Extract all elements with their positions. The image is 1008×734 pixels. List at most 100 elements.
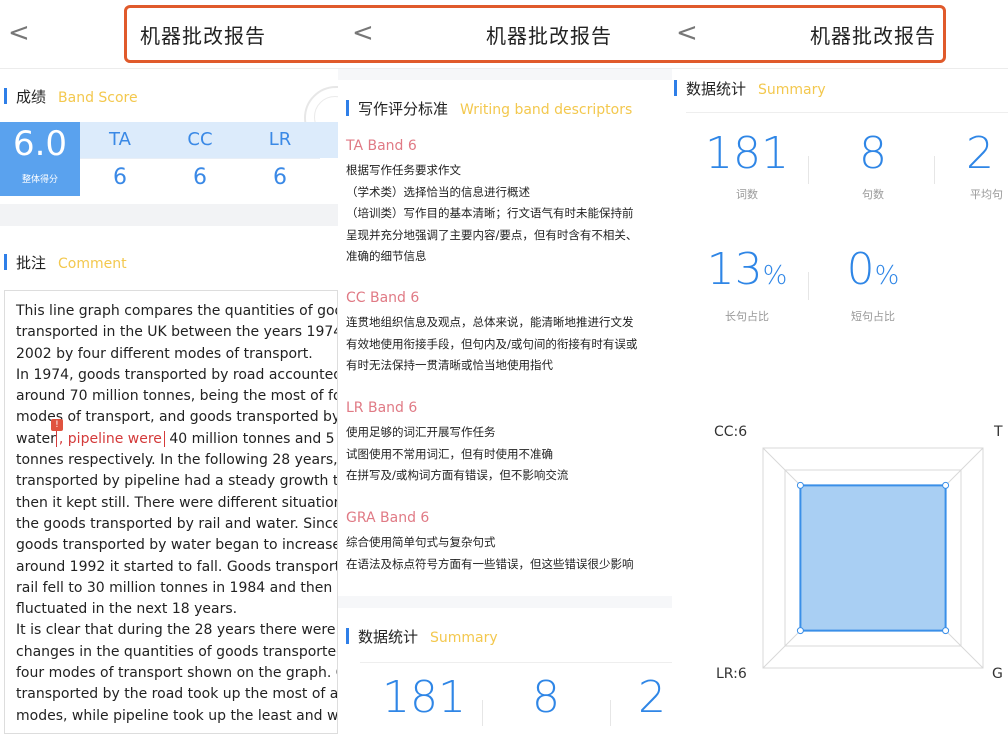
criterion-cc-score: 6 — [160, 158, 240, 197]
criterion-lr-score: 6 — [240, 158, 320, 197]
section-title: 成绩 — [16, 88, 47, 106]
band-title: GRA Band 6 — [346, 510, 430, 526]
long-sentence-ratio-label: 长句占比 — [725, 310, 769, 323]
essay-line: water!, pipeline were 40 million tonnes … — [16, 418, 338, 450]
section-subtitle: Band Score — [58, 90, 138, 106]
criterion-ta-header: TA — [80, 122, 160, 158]
sentence-count-value: 8 — [859, 128, 887, 179]
essay-line: around 1992 it started to fall. Goods tr… — [16, 558, 338, 575]
word-count-value: 181 — [705, 128, 789, 179]
essay-line: 2002 by four different modes of transpor… — [16, 345, 313, 362]
essay-comment-box[interactable]: This line graph compares the quantities … — [4, 290, 338, 734]
section-title: 写作评分标准 — [358, 100, 449, 118]
essay-line: rail fell to 30 million tonnes in 1984 a… — [16, 579, 338, 596]
band-line: 有效地使用衔接手段，但句内及/或句间的衔接有时有误或 — [346, 336, 638, 351]
section-accent-bar — [346, 100, 349, 116]
essay-line: modes, while pipeline took up the least … — [16, 707, 338, 724]
band-line: 综合使用简单句式与复杂句式 — [346, 535, 496, 549]
section-title: 数据统计 — [358, 628, 419, 646]
criterion-cc-header: CC — [160, 122, 240, 158]
section-subtitle: Summary — [430, 630, 498, 646]
band-line: 在语法及标点符号方面有一些错误，但这些错误很少影响 — [346, 556, 634, 571]
descriptors-header: 写作评分标准 Writing band descriptors — [346, 98, 632, 119]
error-highlight[interactable]: !, pipeline were — [50, 418, 165, 447]
radar-score-area — [799, 484, 947, 632]
radar-label-ta: T — [994, 424, 1003, 440]
radar-point — [942, 627, 950, 635]
essay-line: This line graph compares the quantities … — [16, 303, 338, 319]
band-radar-chart — [762, 447, 984, 669]
section-subtitle: Summary — [758, 82, 826, 98]
avg-sentence-label: 平均句 — [970, 188, 1003, 201]
title-highlight-frame — [124, 5, 946, 63]
essay-line: goods transported by water began to incr… — [16, 537, 338, 554]
summary-header: 数据统计 Summary — [346, 626, 498, 647]
avg-sentence-value: 2 — [966, 128, 994, 179]
divider — [360, 662, 672, 663]
essay-line: changes in the quantities of goods trans… — [16, 643, 338, 660]
band-descriptor-ta: TA Band 6 根据写作任务要求作文 （学术类）选择恰当的信息进行概述 （培… — [346, 136, 672, 268]
essay-text: 40 million tonnes and 5 m — [164, 430, 338, 447]
section-title: 数据统计 — [686, 80, 747, 98]
avg-sentence-value: 2 — [638, 672, 666, 723]
divider — [934, 156, 935, 184]
section-divider — [0, 204, 338, 226]
radar-label-gra: G — [992, 666, 1003, 682]
band-line: 准确的细节信息 — [346, 249, 427, 263]
overall-score-value: 6.0 — [12, 124, 68, 164]
essay-line: then it kept still. There were different… — [16, 494, 338, 511]
essay-line: the goods transported by rail and water.… — [16, 515, 338, 532]
comment-header: 批注 Comment — [4, 252, 127, 273]
band-line: （学术类）选择恰当的信息进行概述 — [346, 184, 530, 199]
criterion-ta-score: 6 — [80, 158, 160, 197]
essay-line: four modes of transport shown on the gra… — [16, 665, 338, 682]
word-count-label: 词数 — [736, 188, 758, 201]
essay-line: fluctuated in the next 18 years. — [16, 601, 238, 618]
divider — [808, 156, 809, 184]
radar-point — [942, 481, 950, 489]
long-sentence-ratio-value: 13% — [706, 244, 788, 295]
essay-line: It is clear that during the 28 years the… — [16, 622, 338, 639]
short-sentence-ratio-label: 短句占比 — [851, 310, 895, 323]
band-description: 使用足够的词汇开展写作任务 试图使用不常用词汇，但有时使用不准确 在拼写及/或构… — [346, 422, 672, 487]
band-title: CC Band 6 — [346, 290, 420, 306]
band-line: 使用足够的词汇开展写作任务 — [346, 425, 496, 439]
essay-line: around 70 million tonnes, being the most… — [16, 388, 338, 405]
overall-score-label: 整体得分 — [21, 175, 58, 185]
band-descriptor-gra: GRA Band 6 综合使用简单句式与复杂句式 在语法及标点符号方面有一些错误… — [346, 508, 672, 575]
divider — [610, 700, 611, 726]
section-accent-bar — [674, 80, 677, 96]
band-line: 根据写作任务要求作文 — [346, 163, 461, 177]
section-title: 批注 — [16, 254, 47, 272]
essay-line: In 1974, goods transported by road accou… — [16, 366, 338, 383]
overall-score-tile: 6.0 整体得分 — [0, 122, 80, 196]
band-descriptor-lr: LR Band 6 使用足够的词汇开展写作任务 试图使用不常用词汇，但有时使用不… — [346, 398, 672, 487]
essay-line: transported by the road took up the most… — [16, 686, 338, 703]
criterion-gra-header — [320, 122, 338, 158]
section-subtitle: Comment — [58, 256, 127, 272]
band-title: LR Band 6 — [346, 400, 418, 416]
band-line: （培训类）写作目的基本清晰；行文语气有时未能保持前 — [346, 206, 634, 220]
radar-label-cc: CC:6 — [714, 424, 748, 440]
band-description: 综合使用简单句式与复杂句式 在语法及标点符号方面有一些错误，但这些错误很少影响 — [346, 532, 672, 575]
essay-line: modes of transport, and goods transporte… — [16, 409, 338, 426]
radar-point — [796, 627, 804, 635]
band-title: TA Band 6 — [346, 138, 417, 154]
essay-line: transported by pipeline had a steady gro… — [16, 473, 338, 490]
radar-point — [796, 481, 804, 489]
error-marker-icon[interactable]: ! — [50, 418, 63, 431]
summary-card: 数据统计 Summary 181 8 2 — [338, 608, 672, 734]
divider — [808, 272, 809, 300]
report-panel-band-descriptors: < 机器批改报告 写作评分标准 Writing band descriptors … — [338, 0, 672, 734]
criterion-lr-header: LR — [240, 122, 320, 158]
section-accent-bar — [4, 88, 7, 104]
band-descriptor-cc: CC Band 6 连贯地组织信息及观点，总体来说，能清晰地推进行文发 有效地使… — [346, 288, 672, 377]
report-panel-band-score: < 机器批改报告 成绩 Band Score 6.0 整体得分 TA CC LR … — [0, 0, 338, 734]
band-line: 在拼写及/或构词方面有错误，但不影响交流 — [346, 468, 569, 482]
section-accent-bar — [4, 254, 7, 270]
back-button[interactable]: < — [8, 18, 30, 48]
essay-line: transported in the UK between the years … — [16, 324, 338, 341]
band-line: 连贯地组织信息及观点，总体来说，能清晰地推进行文发 — [346, 315, 634, 329]
error-text: , pipeline were — [58, 430, 162, 447]
essay-line: tonnes respectively. In the following 28… — [16, 452, 338, 469]
